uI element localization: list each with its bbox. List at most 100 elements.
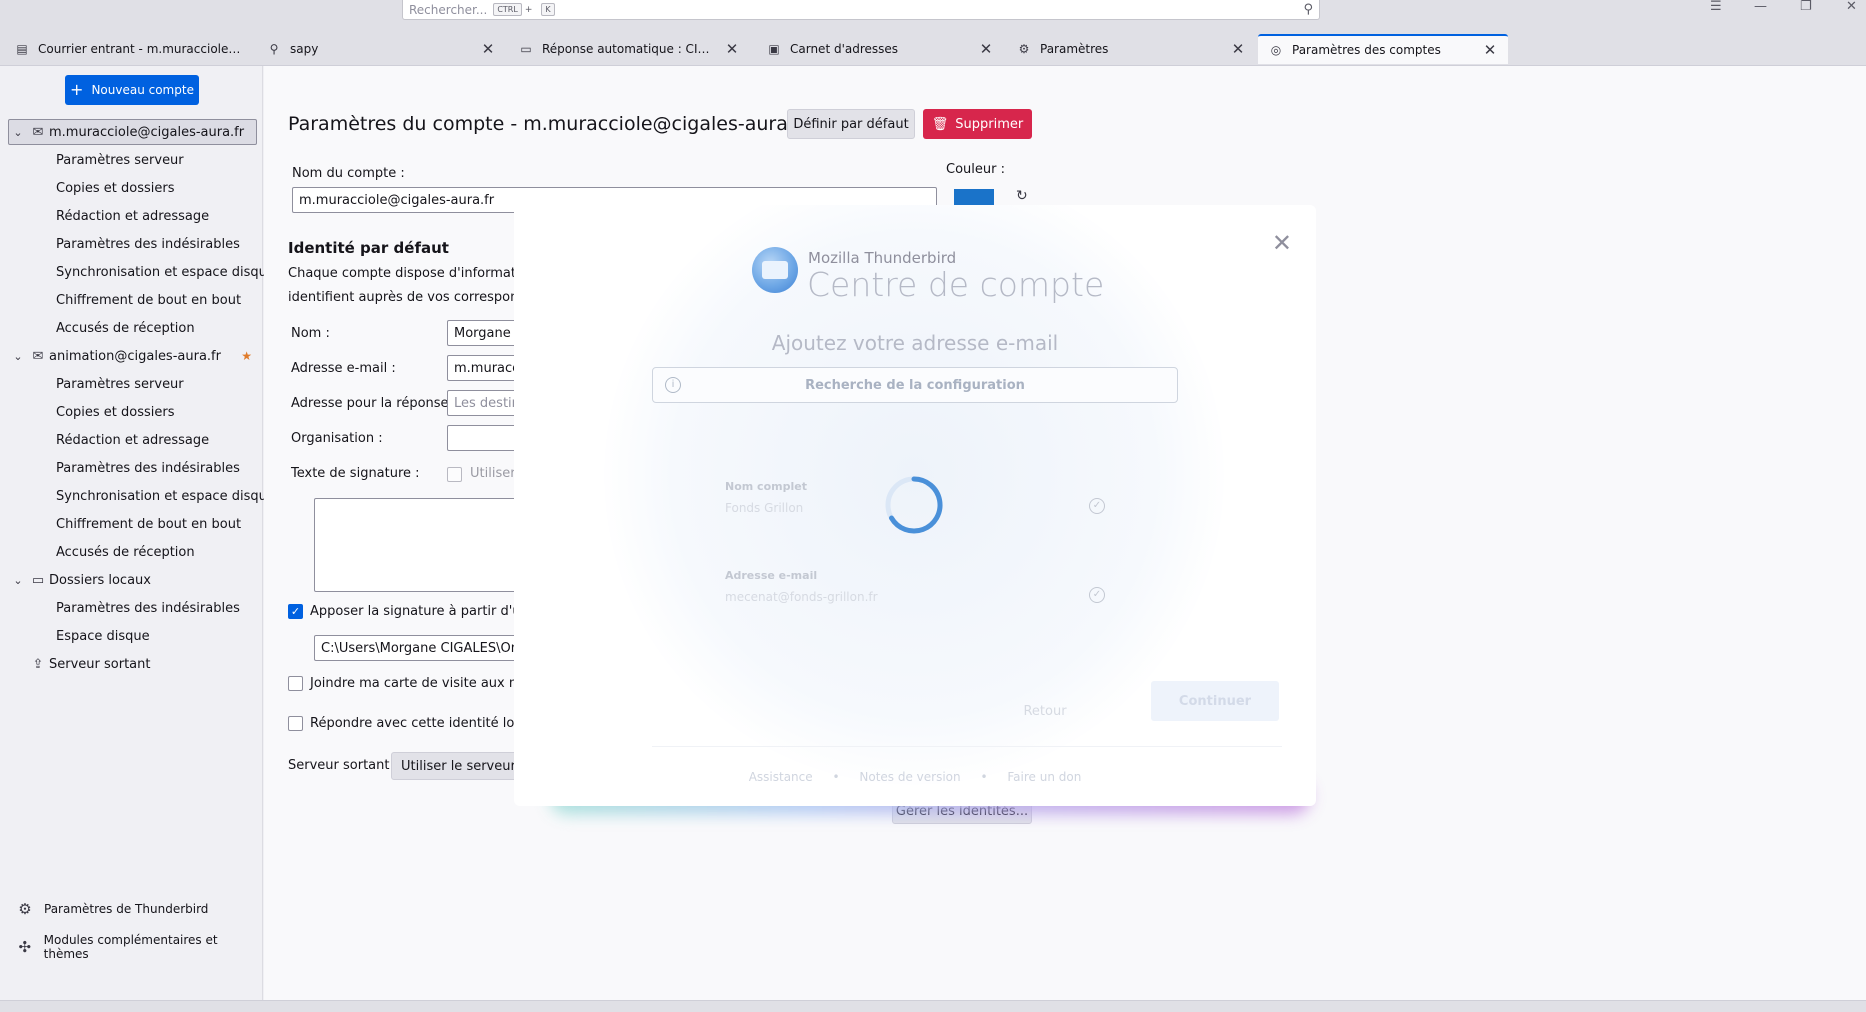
check-circle-icon: ✓ (1089, 498, 1105, 514)
html-signature-checkbox[interactable] (447, 467, 462, 482)
close-icon[interactable]: ✕ (1272, 229, 1292, 257)
delete-account-button[interactable]: 🗑 Supprimer (923, 109, 1032, 139)
minimize-icon[interactable]: — (1754, 0, 1767, 14)
magnifier-icon[interactable]: ⚲ (1303, 2, 1313, 17)
check-circle-icon: ✓ (1089, 587, 1105, 603)
set-default-button[interactable]: Définir par défaut (787, 109, 915, 139)
identity-heading: Identité par défaut (288, 239, 449, 257)
sidebar-item-receipts[interactable]: Accusés de réception (56, 315, 195, 341)
sidebar-item-server-settings[interactable]: Paramètres serveur (56, 371, 184, 397)
html-signature-label: Utiliser (470, 466, 516, 481)
email-input[interactable]: mecenat@fonds-grillon.fr (725, 590, 878, 604)
tab-inbox[interactable]: ▤ Courrier entrant - m.muracciole@cigale (4, 34, 254, 64)
tab-auto-reply[interactable]: ▭ Réponse automatique : CIGALES IN ✕ (508, 34, 750, 64)
chevron-down-icon[interactable]: ⌄ (9, 350, 27, 363)
sidebar-item-composition[interactable]: Rédaction et adressage (56, 203, 209, 229)
hamburger-menu-icon[interactable]: ☰ (1710, 0, 1722, 14)
tab-close-icon[interactable]: ✕ (1230, 40, 1246, 58)
account-name: animation@cigales-aura.fr (49, 348, 221, 364)
sidebar-item-outgoing-server[interactable]: ⇪ Serveur sortant (8, 651, 257, 677)
chevron-down-icon[interactable]: ⌄ (9, 126, 27, 139)
config-status-bar: i Recherche de la configuration (652, 367, 1178, 403)
sidebar-item-copies-folders[interactable]: Copies et dossiers (56, 175, 175, 201)
outgoing-server-select[interactable]: Utiliser le serveur pa (391, 752, 521, 780)
signature-file-path-input[interactable]: C:\Users\Morgane CIGALES\OneD (314, 635, 539, 661)
sidebar-item-receipts[interactable]: Accusés de réception (56, 539, 195, 565)
shortcut-key: K (541, 3, 555, 16)
attach-signature-label: Apposer la signature à partir d'un f (310, 604, 538, 619)
signature-textarea[interactable] (314, 498, 534, 592)
account-sidebar: + Nouveau compte ⌄ ✉ m.muracciole@cigale… (0, 66, 275, 1000)
brand-title: Centre de compte (807, 265, 1105, 304)
addons-link[interactable]: ✣ Modules complémentaires et thèmes (16, 933, 262, 961)
attach-signature-checkbox[interactable]: ✓ (288, 604, 303, 619)
sidebar-item-e2e[interactable]: Chiffrement de bout en bout (56, 287, 241, 313)
page-title: Paramètres du compte - m.muracciole@ciga… (288, 113, 809, 135)
window-close-icon[interactable]: ✕ (1846, 0, 1857, 14)
back-button[interactable]: Retour (1002, 692, 1088, 730)
outgoing-server-label: Serveur sortant : (288, 758, 398, 773)
email-label: Adresse e-mail : (291, 361, 396, 376)
sidebar-item-copies-folders[interactable]: Copies et dossiers (56, 399, 175, 425)
delete-label: Supprimer (955, 116, 1024, 132)
sidebar-item-sync[interactable]: Synchronisation et espace disque (56, 483, 275, 509)
reply-identity-checkbox[interactable] (288, 716, 303, 731)
tab-close-icon[interactable]: ✕ (1482, 41, 1498, 59)
tab-account-settings[interactable]: ◎ Paramètres des comptes ✕ (1258, 34, 1508, 64)
tab-label: Carnet d'adresses (790, 42, 899, 56)
continue-button[interactable]: Continuer (1151, 681, 1279, 721)
shortcut-plus: + (524, 4, 533, 15)
reset-color-icon[interactable]: ↻ (1016, 188, 1028, 204)
fullname-label: Nom complet (725, 480, 807, 493)
donate-link[interactable]: Faire un don (1007, 770, 1081, 784)
tab-address-book[interactable]: ▣ Carnet d'adresses ✕ (756, 34, 1004, 64)
folder-icon: ▭ (520, 42, 532, 56)
reply-identity-label: Répondre avec cette identité lorsqu (310, 716, 543, 731)
organization-label: Organisation : (291, 431, 383, 446)
puzzle-icon: ✣ (18, 938, 32, 956)
chevron-down-icon[interactable]: ⌄ (9, 574, 27, 587)
sidebar-item-e2e[interactable]: Chiffrement de bout en bout (56, 511, 241, 537)
fullname-input[interactable]: Fonds Grillon (725, 501, 803, 515)
tab-search-sapy[interactable]: ⚲ sapy ✕ (256, 34, 506, 64)
account-name: Dossiers locaux (49, 572, 151, 588)
color-label: Couleur : (946, 162, 1005, 177)
tab-close-icon[interactable]: ✕ (978, 40, 994, 58)
account-name-label: Nom du compte : (292, 166, 405, 181)
link-separator: • (980, 770, 988, 784)
sidebar-item-sync[interactable]: Synchronisation et espace disque (56, 259, 275, 285)
global-search-input[interactable]: Rechercher... CTRL + K ⚲ (402, 0, 1320, 20)
support-link[interactable]: Assistance (749, 770, 813, 784)
release-notes-link[interactable]: Notes de version (859, 770, 960, 784)
mail-account-icon: ✉ (32, 348, 44, 364)
inbox-icon: ▤ (16, 42, 28, 56)
identity-text-2: identifient auprès de vos correspondan (288, 290, 543, 305)
tab-label: Réponse automatique : CIGALES IN (542, 42, 718, 56)
vcard-checkbox[interactable] (288, 676, 303, 691)
sidebar-item-disk-space[interactable]: Espace disque (56, 623, 150, 649)
account-row-local-folders[interactable]: ⌄ ▭ Dossiers locaux (8, 567, 257, 593)
account-settings-icon: ◎ (1270, 43, 1282, 57)
tab-close-icon[interactable]: ✕ (480, 40, 496, 58)
sidebar-item-server-settings[interactable]: Paramètres serveur (56, 147, 184, 173)
vcard-label: Joindre ma carte de visite aux mess (310, 676, 544, 691)
account-row-animation[interactable]: ⌄ ✉ animation@cigales-aura.fr ★ (8, 343, 257, 369)
sidebar-item-junk[interactable]: Paramètres des indésirables (56, 231, 240, 257)
tab-close-icon[interactable]: ✕ (724, 40, 740, 58)
reply-to-label: Adresse pour la réponse : (291, 396, 458, 411)
restore-icon[interactable]: ❐ (1800, 0, 1812, 14)
name-label: Nom : (291, 326, 330, 341)
sidebar-item-composition[interactable]: Rédaction et adressage (56, 427, 209, 453)
email-label: Adresse e-mail (725, 569, 818, 582)
account-hub-dialog: ✕ Mozilla Thunderbird Centre de compte A… (514, 205, 1316, 806)
tab-bar: ▤ Courrier entrant - m.muracciole@cigale… (0, 30, 1866, 66)
thunderbird-settings-link[interactable]: ⚙ Paramètres de Thunderbird (16, 896, 208, 922)
tab-settings[interactable]: ⚙ Paramètres ✕ (1006, 34, 1256, 64)
tab-label: sapy (290, 42, 319, 56)
link-separator: • (832, 770, 840, 784)
sidebar-item-junk[interactable]: Paramètres des indésirables (56, 455, 240, 481)
account-row-muracciole[interactable]: ⌄ ✉ m.muracciole@cigales-aura.fr (8, 119, 257, 145)
new-account-button[interactable]: + Nouveau compte (65, 75, 199, 105)
tab-label: Courrier entrant - m.muracciole@cigale (38, 42, 244, 56)
sidebar-item-junk[interactable]: Paramètres des indésirables (56, 595, 240, 621)
